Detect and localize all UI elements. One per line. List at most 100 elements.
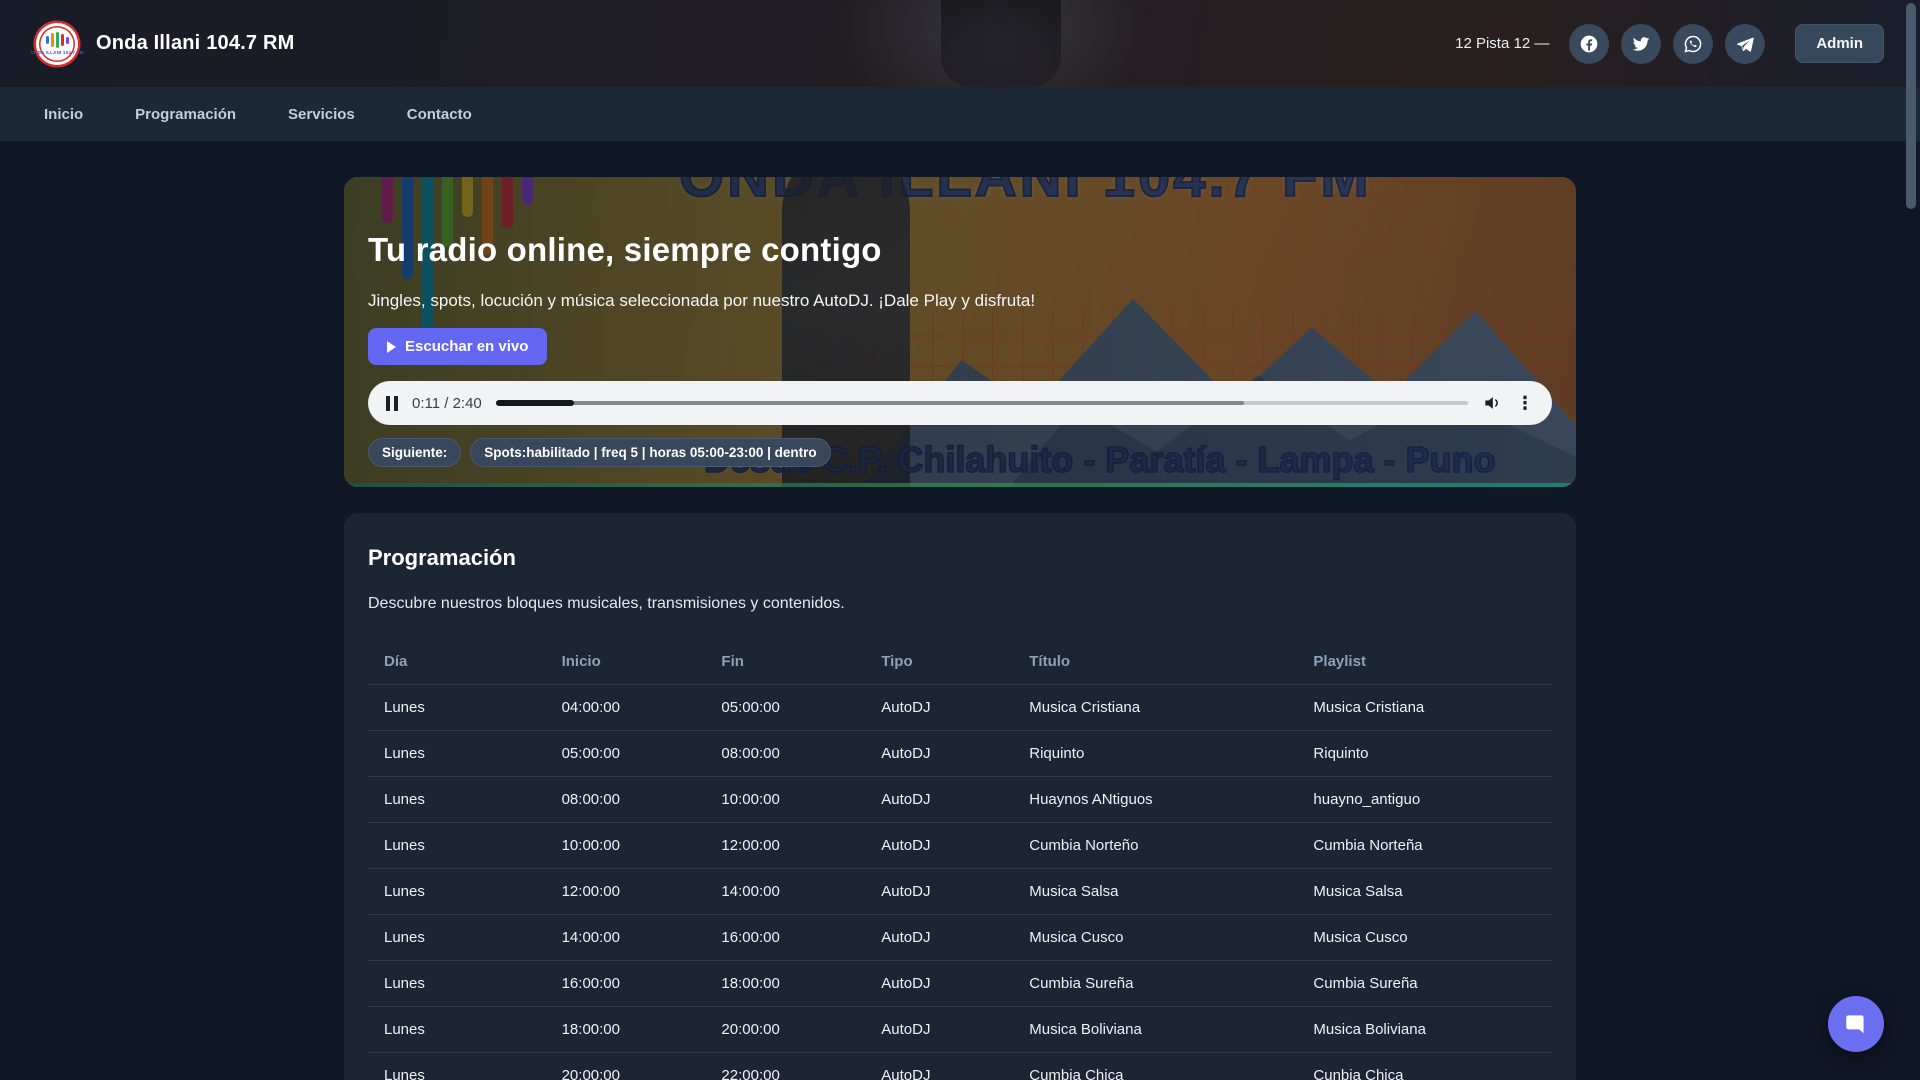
site-header: ONDA ILLANI 104.7 FM Onda Illani 104.7 R…: [0, 0, 1920, 87]
nav-item-programacion[interactable]: Programación: [135, 106, 236, 123]
table-row: Lunes08:00:0010:00:00AutoDJHuaynos ANtig…: [368, 777, 1552, 823]
table-cell: Musica Cristiana: [1013, 685, 1297, 731]
table-row: Lunes10:00:0012:00:00AutoDJCumbia Norteñ…: [368, 823, 1552, 869]
table-cell: 18:00:00: [705, 961, 865, 1007]
table-row: Lunes16:00:0018:00:00AutoDJCumbia Sureña…: [368, 961, 1552, 1007]
table-cell: Musica Cusco: [1013, 915, 1297, 961]
player-time: 0:11 / 2:40: [412, 395, 482, 412]
whatsapp-icon: [1683, 34, 1703, 54]
table-cell: 22:00:00: [705, 1053, 865, 1080]
table-cell: Musica Salsa: [1297, 869, 1552, 915]
nav-item-inicio[interactable]: Inicio: [44, 106, 83, 123]
table-header-row: DíaInicioFinTipoTítuloPlaylist: [368, 641, 1552, 685]
next-track-row: Siguiente: Spots:habilitado | freq 5 | h…: [368, 438, 1552, 467]
schedule-body: Lunes04:00:0005:00:00AutoDJMusica Cristi…: [368, 685, 1552, 1080]
table-cell: 08:00:00: [546, 777, 706, 823]
admin-button[interactable]: Admin: [1795, 24, 1884, 63]
table-cell: Musica Cristiana: [1297, 685, 1552, 731]
volume-icon[interactable]: [1482, 393, 1502, 413]
column-header: Inicio: [546, 641, 706, 685]
station-logo: ONDA ILLANI 104.7 FM: [36, 23, 78, 65]
column-header: Día: [368, 641, 546, 685]
table-cell: 12:00:00: [705, 823, 865, 869]
player-seekbar[interactable]: [496, 401, 1468, 405]
main-nav: Inicio Programación Servicios Contacto: [0, 87, 1920, 141]
table-cell: Musica Boliviana: [1013, 1007, 1297, 1053]
hero-title: Tu radio online, siempre contigo: [368, 231, 1552, 269]
table-cell: AutoDJ: [865, 869, 1013, 915]
table-cell: AutoDJ: [865, 823, 1013, 869]
header-actions: 12 Pista 12 — Admin: [1455, 24, 1884, 64]
next-label-badge: Siguiente:: [368, 438, 461, 467]
table-cell: 14:00:00: [705, 869, 865, 915]
table-cell: Musica Cusco: [1297, 915, 1552, 961]
table-row: Lunes04:00:0005:00:00AutoDJMusica Cristi…: [368, 685, 1552, 731]
table-cell: Lunes: [368, 869, 546, 915]
column-header: Tipo: [865, 641, 1013, 685]
hero-description: Jingles, spots, locución y música selecc…: [368, 291, 1552, 311]
table-cell: Cunbia Chica: [1297, 1053, 1552, 1080]
scrollbar[interactable]: [1906, 3, 1916, 209]
table-cell: Lunes: [368, 685, 546, 731]
table-cell: Lunes: [368, 823, 546, 869]
table-row: Lunes18:00:0020:00:00AutoDJMusica Bolivi…: [368, 1007, 1552, 1053]
table-cell: Lunes: [368, 777, 546, 823]
player-menu-icon[interactable]: ⋮: [1516, 394, 1534, 412]
table-cell: Musica Salsa: [1013, 869, 1297, 915]
table-cell: huayno_antiguo: [1297, 777, 1552, 823]
table-cell: Riquinto: [1013, 731, 1297, 777]
nav-item-servicios[interactable]: Servicios: [288, 106, 355, 123]
pause-button[interactable]: [386, 396, 398, 411]
hero-content: Tu radio online, siempre contigo Jingles…: [344, 177, 1576, 365]
table-cell: 16:00:00: [546, 961, 706, 1007]
table-cell: Huaynos ANtiguos: [1013, 777, 1297, 823]
table-cell: 05:00:00: [546, 731, 706, 777]
table-cell: Cumbia Norteño: [1013, 823, 1297, 869]
table-cell: 20:00:00: [705, 1007, 865, 1053]
table-cell: 12:00:00: [546, 869, 706, 915]
next-info-badge: Spots:habilitado | freq 5 | horas 05:00-…: [470, 438, 830, 467]
table-cell: Riquinto: [1297, 731, 1552, 777]
table-cell: Lunes: [368, 1053, 546, 1080]
logo-caption: ONDA ILLANI 104.7 FM: [30, 50, 83, 55]
table-cell: Lunes: [368, 961, 546, 1007]
nav-item-contacto[interactable]: Contacto: [407, 106, 472, 123]
table-cell: Musica Boliviana: [1297, 1007, 1552, 1053]
schedule-section: Programación Descubre nuestros bloques m…: [344, 513, 1576, 1080]
telegram-icon: [1735, 34, 1755, 54]
player-played-bar: [496, 400, 574, 406]
table-cell: 08:00:00: [705, 731, 865, 777]
table-cell: 16:00:00: [705, 915, 865, 961]
chat-button[interactable]: [1828, 996, 1884, 1052]
now-playing-ticker: 12 Pista 12 —: [1455, 35, 1549, 52]
telegram-button[interactable]: [1725, 24, 1765, 64]
whatsapp-button[interactable]: [1673, 24, 1713, 64]
play-icon: [387, 341, 396, 353]
table-cell: Cumbia Sureña: [1013, 961, 1297, 1007]
table-cell: 04:00:00: [546, 685, 706, 731]
table-cell: 05:00:00: [705, 685, 865, 731]
schedule-table: DíaInicioFinTipoTítuloPlaylist Lunes04:0…: [368, 641, 1552, 1080]
site-title: Onda Illani 104.7 RM: [96, 32, 295, 55]
table-cell: AutoDJ: [865, 961, 1013, 1007]
chat-bubble-icon: [1843, 1011, 1869, 1037]
table-cell: Cumbia Chica: [1013, 1053, 1297, 1080]
twitter-button[interactable]: [1621, 24, 1661, 64]
facebook-button[interactable]: [1569, 24, 1609, 64]
table-cell: AutoDJ: [865, 777, 1013, 823]
table-cell: AutoDJ: [865, 915, 1013, 961]
facebook-icon: [1579, 34, 1599, 54]
audio-player[interactable]: 0:11 / 2:40 ⋮: [368, 381, 1552, 425]
table-row: Lunes14:00:0016:00:00AutoDJMusica CuscoM…: [368, 915, 1552, 961]
table-cell: 18:00:00: [546, 1007, 706, 1053]
schedule-title: Programación: [368, 545, 1552, 571]
table-cell: Lunes: [368, 1007, 546, 1053]
player-buffered-bar: [496, 401, 1245, 405]
table-cell: Cumbia Sureña: [1297, 961, 1552, 1007]
column-header: Título: [1013, 641, 1297, 685]
table-cell: AutoDJ: [865, 731, 1013, 777]
table-row: Lunes05:00:0008:00:00AutoDJRiquintoRiqui…: [368, 731, 1552, 777]
table-cell: AutoDJ: [865, 1053, 1013, 1080]
listen-live-button[interactable]: Escuchar en vivo: [368, 328, 547, 365]
table-cell: Lunes: [368, 731, 546, 777]
